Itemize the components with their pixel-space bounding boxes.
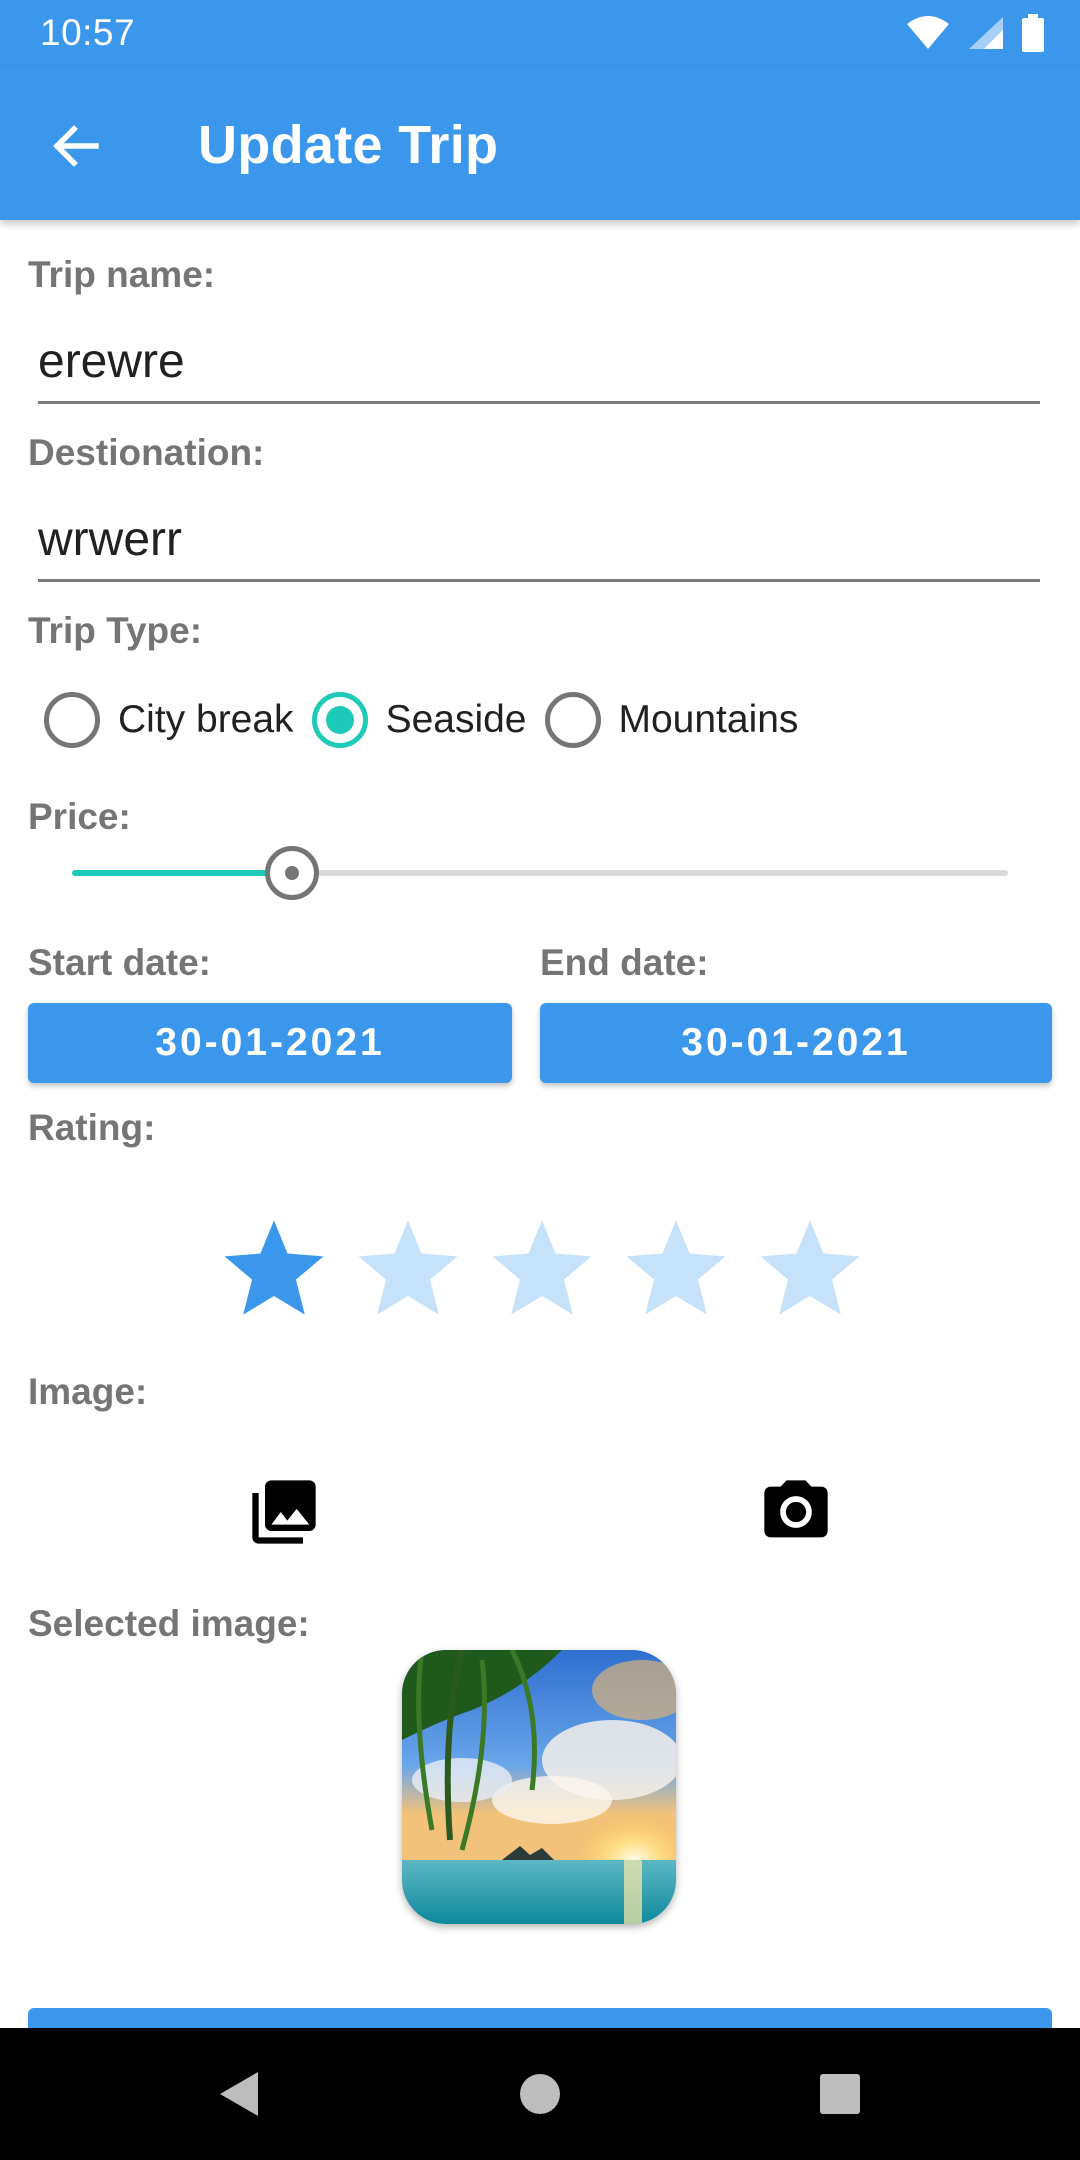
back-triangle-icon[interactable] [214,2068,266,2120]
radio-city-break[interactable] [44,692,100,748]
rating-label: Rating: [28,1107,156,1148]
system-nav-bar [0,2028,1080,2160]
arrow-back-icon[interactable] [46,116,106,176]
trip-name-label: Trip name: [28,254,216,295]
beach-sunset-photo [402,1650,676,1924]
home-circle-icon[interactable] [514,2068,566,2120]
end-date-label: End date: [540,942,709,983]
wifi-icon [907,16,949,49]
app-bar: Update Trip [0,66,1080,220]
selected-image-label: Selected image: [28,1603,310,1644]
star-icon-1[interactable] [218,1212,330,1324]
status-time: 10:57 [40,12,136,53]
end-date-button[interactable]: 30-01-2021 [540,1003,1052,1083]
image-label: Image: [28,1371,148,1412]
rating-bar[interactable] [218,1212,866,1324]
destination-label: Destionation: [28,432,265,473]
selected-image-thumbnail [402,1650,676,1924]
trip-type-label: Trip Type: [28,610,203,651]
radio-seaside[interactable] [311,692,368,748]
destination-input[interactable]: wrwerr [38,502,1040,582]
price-slider[interactable] [72,846,1008,900]
recents-square-icon[interactable] [814,2068,866,2120]
status-bar: 10:57 [0,0,1080,66]
price-slider-thumb[interactable] [264,846,319,900]
start-date-label: Start date: [28,942,211,983]
radio-label-seaside[interactable]: Seaside [386,698,527,742]
trip-name-input[interactable]: erewre [38,324,1040,404]
camera-icon[interactable] [758,1474,834,1550]
star-icon-3[interactable] [486,1212,598,1324]
star-icon-4[interactable] [620,1212,732,1324]
price-slider-fill [72,870,292,876]
radio-label-mountains[interactable]: Mountains [619,698,799,742]
start-date-button[interactable]: 30-01-2021 [28,1003,512,1083]
trip-type-radio-group: City break Seaside Mountains [44,692,798,748]
signal-icon [969,17,1003,49]
page-title: Update Trip [198,115,499,175]
battery-icon [1022,14,1044,52]
star-icon-2[interactable] [352,1212,464,1324]
radio-mountains[interactable] [544,692,601,748]
status-icons [906,14,1044,52]
star-icon-5[interactable] [754,1212,866,1324]
price-label: Price: [28,796,131,837]
photo-library-icon[interactable] [246,1474,322,1550]
radio-label-city-break[interactable]: City break [118,698,294,742]
